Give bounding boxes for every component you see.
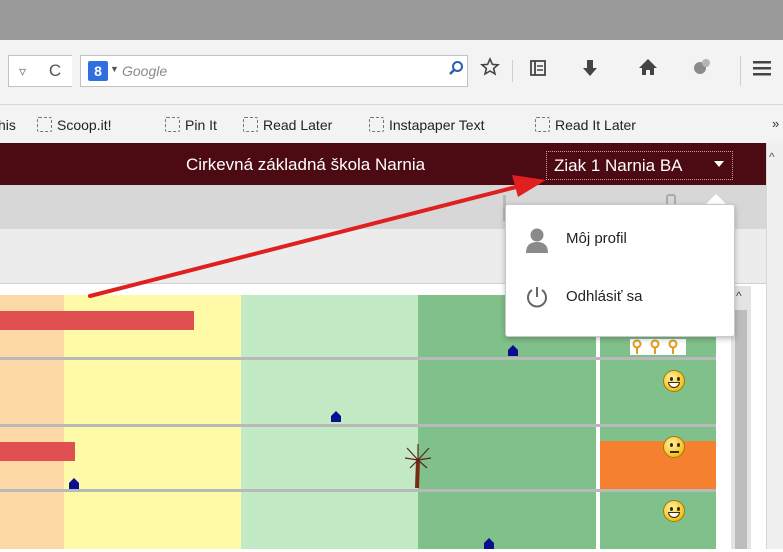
dropdown-pointer bbox=[706, 194, 726, 204]
menu-item-my-profile[interactable]: Môj profil bbox=[505, 212, 733, 268]
power-icon bbox=[525, 285, 549, 312]
user-icon bbox=[525, 227, 549, 256]
menu-item-logout[interactable]: Odhlásiť sa bbox=[505, 270, 733, 326]
menu-item-label: Odhlásiť sa bbox=[566, 288, 643, 305]
menu-item-label: Môj profil bbox=[566, 230, 627, 247]
